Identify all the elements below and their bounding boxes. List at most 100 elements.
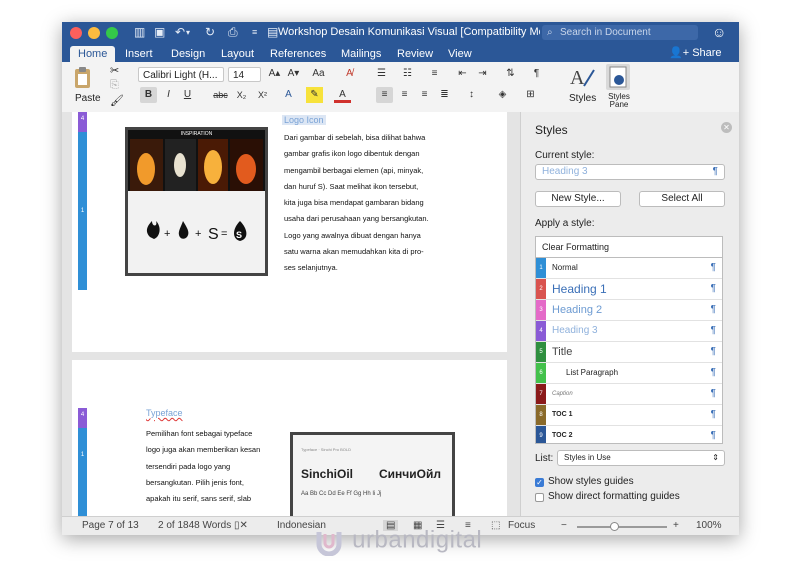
superscript-icon[interactable]: X² — [254, 87, 271, 103]
tab-review[interactable]: Review — [397, 46, 433, 62]
body-line: Logo yang awalnya dibuat dengan hanya — [284, 230, 421, 240]
show-formatting-marks-icon[interactable]: ¶ — [528, 66, 545, 82]
style-list[interactable]: Clear Formatting 1 Normal ¶ 2 Heading 1 ¶ 3 Head… — [535, 236, 723, 444]
proofing-icon[interactable]: ▯✕ — [234, 520, 248, 531]
sidebar-toggle-icon[interactable]: ▥ — [134, 25, 145, 39]
undo-icon[interactable]: ↶ — [175, 25, 185, 39]
word-count[interactable]: 2 of 1848 Words — [158, 520, 231, 531]
focus-label[interactable]: Focus — [508, 520, 535, 531]
styles-pane-button[interactable] — [606, 64, 630, 90]
zoom-out-icon[interactable]: − — [561, 520, 567, 531]
select-all-button[interactable]: Select All — [639, 191, 725, 207]
tab-insert[interactable]: Insert — [125, 46, 153, 62]
tab-layout[interactable]: Layout — [221, 46, 254, 62]
style-item[interactable]: 9 TOC 2 ¶ — [536, 426, 722, 443]
minimize-window-button[interactable] — [88, 27, 100, 39]
zoom-slider-thumb[interactable] — [610, 522, 619, 531]
multilevel-list-icon[interactable]: ≡ — [426, 66, 443, 82]
svg-text:S: S — [236, 230, 242, 240]
borders-icon[interactable]: ⊞ — [522, 87, 539, 103]
body-line: Pemilihan font sebagai typeface — [146, 429, 253, 438]
cut-icon[interactable]: ✂ — [110, 64, 119, 77]
close-window-button[interactable] — [70, 27, 82, 39]
paragraph-style-icon: ¶ — [710, 283, 716, 294]
italic-icon[interactable]: I — [160, 87, 177, 103]
zoom-window-button[interactable] — [106, 27, 118, 39]
style-item[interactable]: Clear Formatting — [536, 237, 722, 258]
search-icon: ⌕ — [547, 27, 553, 38]
style-item[interactable]: 3 Heading 2 ¶ — [536, 300, 722, 321]
style-item[interactable]: 6 List Paragraph ¶ — [536, 363, 722, 384]
style-item[interactable]: 5 Title ¶ — [536, 342, 722, 363]
style-number-badge: 2 — [536, 279, 546, 299]
save-icon[interactable]: ▣ — [154, 25, 165, 39]
share-button[interactable]: 👤+ Share — [669, 46, 722, 59]
format-painter-icon[interactable]: 🖌 — [110, 94, 124, 107]
copy-icon[interactable]: ⎘ — [110, 79, 119, 92]
style-item[interactable]: 4 Heading 3 ¶ — [536, 321, 722, 342]
list-filter-select[interactable]: Styles in Use ⇕ — [557, 450, 725, 466]
logo-icon-heading[interactable]: Logo Icon — [282, 115, 326, 125]
change-case-icon[interactable]: Aa — [310, 66, 327, 82]
bold-icon[interactable]: B — [140, 87, 157, 103]
justify-icon[interactable]: ≣ — [436, 87, 453, 103]
line-spacing-icon[interactable]: ↕ — [463, 87, 480, 103]
sort-icon[interactable]: ⇅ — [502, 66, 519, 82]
page-count[interactable]: Page 7 of 13 — [82, 520, 139, 531]
print-icon[interactable]: ⎙ — [228, 25, 238, 40]
clear-formatting-icon[interactable]: A̸ — [341, 66, 358, 82]
close-pane-icon[interactable]: ✕ — [721, 122, 732, 133]
style-item[interactable]: 2 Heading 1 ¶ — [536, 279, 722, 300]
decrease-indent-icon[interactable]: ⇤ — [454, 66, 471, 82]
tab-references[interactable]: References — [270, 46, 326, 62]
show-direct-formatting-checkbox[interactable] — [535, 493, 544, 502]
page2-body-text[interactable]: Pemilihan font sebagai typeface logo jug… — [146, 426, 276, 507]
highlight-color-icon[interactable]: ✎ — [306, 87, 323, 103]
increase-font-size-icon[interactable]: A▴ — [266, 66, 283, 82]
redo-icon[interactable]: ↻ — [205, 25, 215, 39]
numbering-icon[interactable]: ☷ — [399, 66, 416, 82]
align-right-icon[interactable]: ≡ — [416, 87, 433, 103]
font-size-select[interactable]: 14 — [228, 67, 261, 82]
zoom-level[interactable]: 100% — [696, 520, 722, 531]
strikethrough-icon[interactable]: abc — [212, 87, 229, 103]
focus-icon[interactable]: ⬚ — [491, 520, 500, 531]
bullets-icon[interactable]: ☰ — [373, 66, 390, 82]
align-center-icon[interactable]: ≡ — [396, 87, 413, 103]
share-icon: 👤 — [669, 47, 683, 59]
text-effects-icon[interactable]: A — [280, 87, 297, 103]
zoom-in-icon[interactable]: + — [673, 520, 679, 531]
font-name-select[interactable]: Calibri Light (H... — [138, 67, 224, 82]
shading-icon[interactable]: ◈ — [494, 87, 511, 103]
undo-dropdown-icon[interactable]: ▾ — [186, 28, 190, 37]
align-left-icon[interactable]: ≡ — [376, 87, 393, 103]
font-color-icon[interactable]: A — [334, 87, 351, 103]
customize-toolbar-icon[interactable]: ≡ — [252, 27, 257, 37]
underline-icon[interactable]: U — [179, 87, 196, 103]
tab-view[interactable]: View — [448, 46, 472, 62]
style-item[interactable]: 1 Normal ¶ — [536, 258, 722, 279]
document-area[interactable]: 4 1 INSPIRATION + + S = S Logo Icon Dari… — [62, 112, 520, 516]
decrease-font-size-icon[interactable]: A▾ — [285, 66, 302, 82]
new-style-button[interactable]: New Style... — [535, 191, 621, 207]
increase-indent-icon[interactable]: ⇥ — [474, 66, 491, 82]
style-item[interactable]: 8 TOC 1 ¶ — [536, 405, 722, 426]
style-name: Caption — [552, 391, 573, 397]
styles-gallery-button[interactable]: A — [566, 64, 596, 90]
show-styles-guides-checkbox[interactable]: ✓ — [535, 478, 544, 487]
body-line: mengambil berbagai elemen (api, minyak, — [284, 165, 424, 175]
style-item[interactable]: 7 Caption ¶ — [536, 384, 722, 405]
feedback-smiley-icon[interactable]: ☺ — [712, 24, 726, 40]
tab-design[interactable]: Design — [171, 46, 205, 62]
tab-mailings[interactable]: Mailings — [341, 46, 381, 62]
paste-button[interactable] — [72, 66, 96, 90]
search-input[interactable]: ⌕ Search in Document — [542, 25, 698, 40]
zoom-slider[interactable] — [577, 522, 667, 531]
page1-body-text[interactable]: Dari gambar di sebelah, bisa dilihat bah… — [284, 130, 439, 277]
subscript-icon[interactable]: X₂ — [233, 87, 250, 103]
current-style-field[interactable]: Heading 3 ¶ — [535, 164, 725, 180]
show-styles-guides-label: Show styles guides — [548, 476, 634, 487]
tab-home[interactable]: Home — [70, 46, 116, 62]
sample-cyrillic: СинчиОйл — [379, 467, 441, 481]
typeface-heading[interactable]: Typeface — [146, 408, 183, 418]
